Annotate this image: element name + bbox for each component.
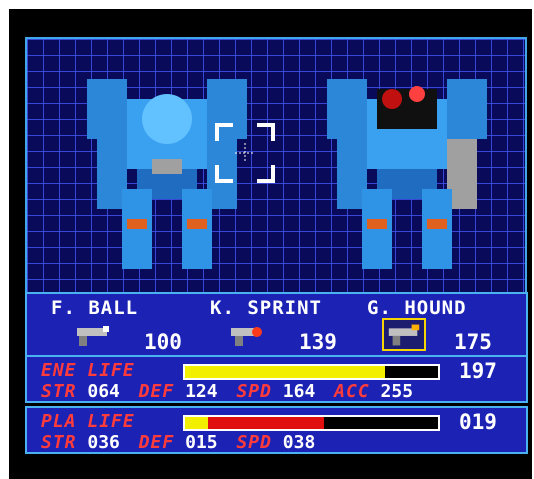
target-reticle-icon	[215, 123, 275, 183]
player-stats-row: STR 036 DEF 015 SPD 038	[41, 432, 323, 453]
weapon-name-ksprint: K. SPRINT	[210, 297, 322, 319]
player-tag-label: PLA	[41, 411, 77, 432]
player-str-label: STR	[41, 432, 77, 453]
player-life-fill	[185, 417, 208, 429]
weapon-name-fball: F. BALL	[51, 297, 139, 319]
game-screen: F. BALL K. SPRINT G. HOUND 100 139 175 E…	[9, 9, 532, 479]
weapon-value-ghound: 175	[454, 330, 492, 354]
enemy-life-value: 197	[459, 359, 497, 383]
player-mech-sprite	[327, 79, 487, 269]
enemy-str-value: 064	[87, 381, 120, 402]
player-life-bar	[183, 415, 440, 431]
weapon-name-ghound: G. HOUND	[367, 297, 467, 319]
enemy-tag-label: ENE	[41, 360, 77, 381]
weapon-value-ksprint: 139	[299, 330, 337, 354]
player-life-row: PLA LIFE	[41, 411, 135, 432]
player-spd-label: SPD	[236, 432, 272, 453]
player-def-label: DEF	[138, 432, 175, 453]
battle-viewport	[25, 37, 527, 299]
player-spd-value: 038	[282, 432, 316, 453]
player-life-label: LIFE	[87, 411, 135, 432]
enemy-spd-value: 164	[282, 381, 316, 402]
enemy-life-row: ENE LIFE	[41, 360, 135, 381]
enemy-def-label: DEF	[138, 381, 175, 402]
ghound-gun-icon	[388, 324, 420, 346]
player-life-value: 019	[459, 410, 497, 434]
player-status-panel: PLA LIFE 019 STR 036 DEF 015 SPD 038	[25, 406, 528, 454]
enemy-str-label: STR	[41, 381, 77, 402]
weapon-select-panel: F. BALL K. SPRINT G. HOUND 100 139 175	[25, 292, 528, 361]
selected-weapon-frame[interactable]	[382, 318, 426, 351]
enemy-life-label: LIFE	[87, 360, 135, 381]
enemy-def-value: 124	[185, 381, 218, 402]
enemy-spd-label: SPD	[236, 381, 272, 402]
enemy-stats-row: STR 064 DEF 124 SPD 164 ACC 255	[41, 381, 421, 402]
fball-gun-icon[interactable]	[73, 322, 113, 348]
enemy-status-panel: ENE LIFE 197 STR 064 DEF 124 SPD 164 ACC…	[25, 355, 528, 403]
player-str-value: 036	[87, 432, 120, 453]
enemy-life-bar	[183, 364, 440, 380]
player-def-value: 015	[185, 432, 218, 453]
ksprint-gun-icon[interactable]	[227, 322, 267, 348]
enemy-life-fill	[185, 366, 385, 378]
enemy-acc-value: 255	[380, 381, 414, 402]
weapon-value-fball: 100	[144, 330, 182, 354]
enemy-acc-label: ACC	[334, 381, 370, 402]
